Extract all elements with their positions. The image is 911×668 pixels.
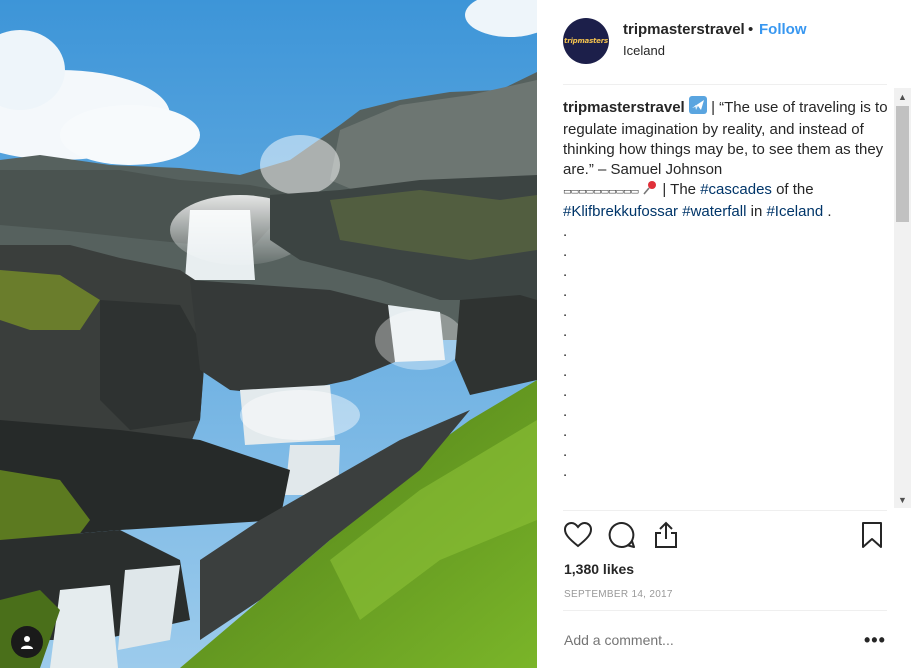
dot-line: . bbox=[563, 463, 568, 480]
avatar[interactable]: tripmasters bbox=[563, 18, 609, 64]
add-comment-input[interactable] bbox=[564, 632, 824, 648]
caption-scrollbar[interactable]: ▲ ▼ bbox=[894, 88, 911, 508]
dot-line: . bbox=[563, 443, 568, 460]
heart-icon[interactable] bbox=[563, 520, 593, 550]
share-icon[interactable] bbox=[651, 520, 681, 550]
scrollbar-thumb[interactable] bbox=[896, 106, 909, 222]
caption: tripmasterstravel | “The use of travelin… bbox=[563, 96, 895, 482]
caption-text-d: in bbox=[746, 203, 767, 220]
caption-scroll-area[interactable]: tripmasterstravel | “The use of travelin… bbox=[563, 96, 895, 508]
post-photo[interactable] bbox=[0, 0, 537, 668]
caption-username[interactable]: tripmasterstravel bbox=[563, 99, 685, 116]
caption-divider: ▭▭▭▭▭▭▭▭▭▭ bbox=[563, 186, 639, 196]
caption-text-a: | The bbox=[658, 181, 701, 198]
caption-text-e: . bbox=[823, 203, 832, 220]
caption-dot-lines: . . . . . . . . . . . . . bbox=[563, 222, 895, 482]
hashtag-iceland[interactable]: #Iceland bbox=[766, 203, 823, 220]
user-tag-button[interactable] bbox=[11, 626, 43, 658]
hashtag-klifbrekkufossar[interactable]: #Klifbrekkufossar bbox=[563, 203, 678, 220]
bookmark-icon[interactable] bbox=[857, 520, 887, 550]
header-username[interactable]: tripmasterstravel bbox=[623, 21, 745, 38]
location-link[interactable]: Iceland bbox=[623, 43, 665, 58]
action-bar bbox=[563, 520, 887, 554]
caption-text-b: of the bbox=[771, 181, 814, 198]
hashtag-waterfall[interactable]: #waterfall bbox=[682, 203, 746, 220]
header-divider bbox=[563, 84, 887, 85]
follow-button[interactable]: Follow bbox=[759, 21, 807, 38]
header-separator: • bbox=[748, 21, 754, 38]
dot-line: . bbox=[563, 243, 568, 260]
dot-line: . bbox=[563, 323, 568, 340]
avatar-logo-text: tripmasters bbox=[564, 37, 608, 45]
dot-line: . bbox=[563, 343, 568, 360]
scroll-up-arrow-icon[interactable]: ▲ bbox=[894, 88, 911, 105]
dot-line: . bbox=[563, 263, 568, 280]
dot-line: . bbox=[563, 223, 568, 240]
dot-line: . bbox=[563, 403, 568, 420]
pushpin-icon bbox=[642, 180, 658, 202]
post-date[interactable]: SEPTEMBER 14, 2017 bbox=[564, 589, 673, 600]
comment-icon[interactable] bbox=[607, 520, 637, 550]
dot-line: . bbox=[563, 383, 568, 400]
person-icon bbox=[21, 636, 33, 649]
comment-divider bbox=[563, 610, 887, 611]
post-header: tripmasters tripmasterstravel • Follow I… bbox=[537, 0, 911, 84]
dot-line: . bbox=[563, 303, 568, 320]
likes-count[interactable]: 1,380 likes bbox=[564, 561, 634, 577]
dot-line: . bbox=[563, 363, 568, 380]
dot-line: . bbox=[563, 423, 568, 440]
airplane-icon bbox=[688, 96, 707, 120]
actions-divider bbox=[563, 510, 887, 511]
hashtag-cascades[interactable]: #cascades bbox=[700, 181, 772, 198]
scroll-down-arrow-icon[interactable]: ▼ bbox=[894, 491, 911, 508]
dot-line: . bbox=[563, 283, 568, 300]
more-options-icon[interactable]: ••• bbox=[864, 630, 886, 651]
post-side-panel: tripmasters tripmasterstravel • Follow I… bbox=[537, 0, 911, 668]
